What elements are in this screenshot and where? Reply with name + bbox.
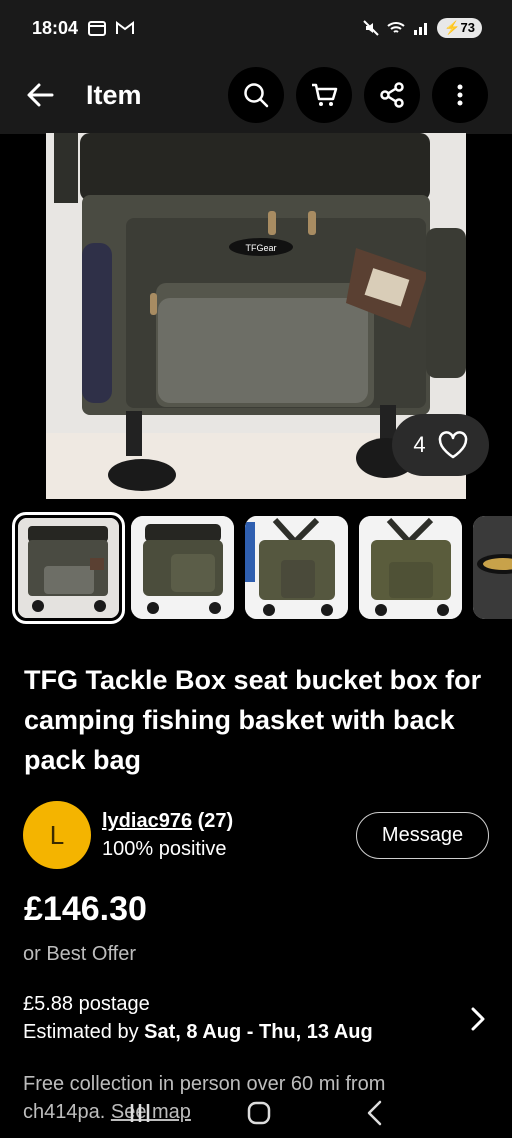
thumbnail-image	[18, 518, 119, 618]
back-button[interactable]	[24, 79, 56, 111]
search-icon	[244, 83, 269, 108]
avatar[interactable]: L	[23, 801, 91, 869]
svg-text:TFGear: TFGear	[245, 243, 276, 253]
thumbnail-strip	[12, 512, 512, 624]
best-offer-label: or Best Offer	[23, 943, 137, 965]
status-time: 18:04	[32, 17, 79, 38]
seller-row: L lydiac976 (27) 100% positive Message	[23, 801, 489, 869]
item-title: TFG Tackle Box seat bucket box for campi…	[24, 665, 482, 775]
thumbnail-1[interactable]	[12, 512, 125, 624]
thumbnail-5[interactable]	[473, 516, 512, 619]
app-bar: Item	[0, 56, 512, 134]
thumbnail-image	[245, 516, 348, 619]
cart-icon	[312, 83, 338, 106]
chevron-right-icon[interactable]	[468, 1006, 488, 1032]
mute-icon	[363, 20, 380, 36]
message-button[interactable]: Message	[356, 811, 489, 859]
back-nav-icon[interactable]	[365, 1100, 385, 1126]
recent-apps-icon[interactable]	[127, 1101, 153, 1125]
thumbnail-image	[131, 516, 234, 619]
postage-cost: £5.88 postage	[23, 993, 150, 1015]
back-arrow-icon	[27, 83, 54, 107]
watch-button[interactable]: 4	[392, 414, 489, 476]
postage-info[interactable]: £5.88 postage Estimated by Sat, 8 Aug - …	[23, 990, 463, 1046]
page-title: Item	[86, 79, 142, 110]
price: £146.30	[24, 890, 147, 928]
thumbnail-3[interactable]	[245, 516, 348, 619]
more-options-button[interactable]	[432, 67, 488, 123]
thumbnail-4[interactable]	[359, 516, 462, 619]
signal-icon	[414, 23, 428, 35]
heart-icon	[438, 431, 467, 459]
more-vertical-icon	[457, 84, 463, 106]
share-icon	[380, 82, 404, 108]
seller-positive-feedback: 100% positive	[102, 838, 227, 860]
search-button[interactable]	[228, 67, 284, 123]
gmail-icon	[116, 21, 135, 34]
thumbnail-2[interactable]	[131, 516, 234, 619]
thumbnail-image	[473, 516, 512, 619]
system-nav-bar	[0, 1088, 512, 1138]
watch-count: 4	[413, 432, 426, 457]
home-icon[interactable]	[246, 1100, 272, 1126]
wifi-icon	[387, 22, 406, 33]
status-bar: 18:04 ⚡73	[0, 0, 512, 56]
battery-indicator: ⚡73	[437, 18, 482, 38]
cart-button[interactable]	[296, 67, 352, 123]
estimated-delivery-dates: Sat, 8 Aug - Thu, 13 Aug	[144, 1021, 373, 1043]
seller-feedback-count: (27)	[197, 810, 234, 832]
calendar-icon	[88, 21, 107, 36]
seller-name-link[interactable]: lydiac976	[102, 810, 192, 832]
estimated-delivery-prefix: Estimated by	[23, 1021, 145, 1043]
share-button[interactable]	[364, 67, 420, 123]
thumbnail-image	[359, 516, 462, 619]
